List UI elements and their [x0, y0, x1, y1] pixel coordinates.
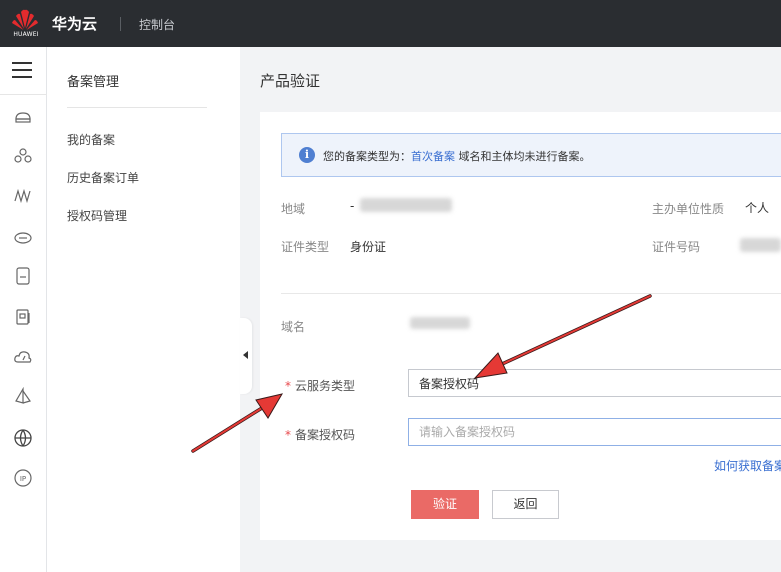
console-link[interactable]: 控制台: [139, 16, 175, 33]
sidebar-divider: [67, 107, 207, 108]
how-to-get-code-link[interactable]: 如何获取备案: [714, 457, 781, 474]
monitor-wave-icon[interactable]: [13, 186, 33, 206]
service-sidebar: 备案管理 我的备案 历史备案订单 授权码管理: [47, 47, 240, 572]
alert-suffix: 域名和主体均未进行备案。: [455, 150, 591, 163]
filing-type-link[interactable]: 首次备案: [411, 150, 455, 163]
cloud-upload-icon[interactable]: [13, 347, 33, 367]
ip-icon[interactable]: IP: [13, 468, 33, 488]
icon-sidebar-divider: [0, 94, 47, 95]
sidebar-title: 备案管理: [67, 75, 120, 90]
auth-code-label: * 备案授权码: [285, 426, 355, 443]
id-type-value: 身份证: [350, 240, 387, 254]
alert-prefix: 您的备案类型为：: [323, 150, 411, 163]
org-type-value: 个人: [745, 201, 770, 215]
required-marker: *: [285, 428, 291, 442]
top-navigation-bar: [0, 0, 781, 47]
redacted-region: [360, 198, 452, 212]
sail-icon[interactable]: [13, 387, 33, 407]
verify-button[interactable]: 验证: [411, 490, 479, 519]
logo-wordmark: HUAWEI: [13, 31, 39, 38]
back-button[interactable]: 返回: [492, 490, 559, 519]
redacted-id-number: [740, 238, 781, 252]
globe-www-icon[interactable]: [13, 428, 33, 448]
sidebar-item-auth-code-management[interactable]: 授权码管理: [67, 207, 127, 224]
cloud-disk-icon[interactable]: [13, 227, 33, 247]
auth-code-input[interactable]: [408, 418, 781, 446]
page-title: 产品验证: [260, 72, 321, 90]
domain-label: 域名: [281, 320, 306, 334]
svg-text:IP: IP: [20, 475, 26, 483]
cluster-icon[interactable]: [13, 146, 33, 166]
brand-title[interactable]: 华为云: [52, 13, 97, 34]
service-type-field[interactable]: [408, 369, 781, 397]
id-number-label: 证件号码: [652, 240, 701, 254]
alert-message: 您的备案类型为：首次备案 域名和主体均未进行备案。: [323, 148, 591, 164]
org-type-label: 主办单位性质: [652, 202, 725, 216]
menu-icon[interactable]: [12, 62, 32, 80]
region-label: 地域: [281, 202, 306, 216]
redacted-domain: [410, 317, 470, 329]
auth-code-label-text: 备案授权码: [295, 428, 356, 442]
cloud-server-icon[interactable]: [13, 107, 33, 127]
database-icon[interactable]: [13, 266, 33, 286]
topbar-divider: [120, 17, 121, 31]
service-type-label-text: 云服务类型: [295, 379, 356, 393]
region-value: -: [350, 199, 355, 213]
sidebar-item-my-filings[interactable]: 我的备案: [67, 131, 115, 148]
id-type-label: 证件类型: [281, 240, 330, 254]
chevron-left-icon[interactable]: [243, 351, 248, 359]
info-icon: i: [299, 147, 315, 163]
section-divider: [281, 293, 781, 294]
sidebar-item-filing-orders[interactable]: 历史备案订单: [67, 169, 139, 186]
document-icon[interactable]: [13, 307, 33, 327]
required-marker: *: [285, 379, 291, 393]
service-type-label: * 云服务类型: [285, 377, 355, 394]
